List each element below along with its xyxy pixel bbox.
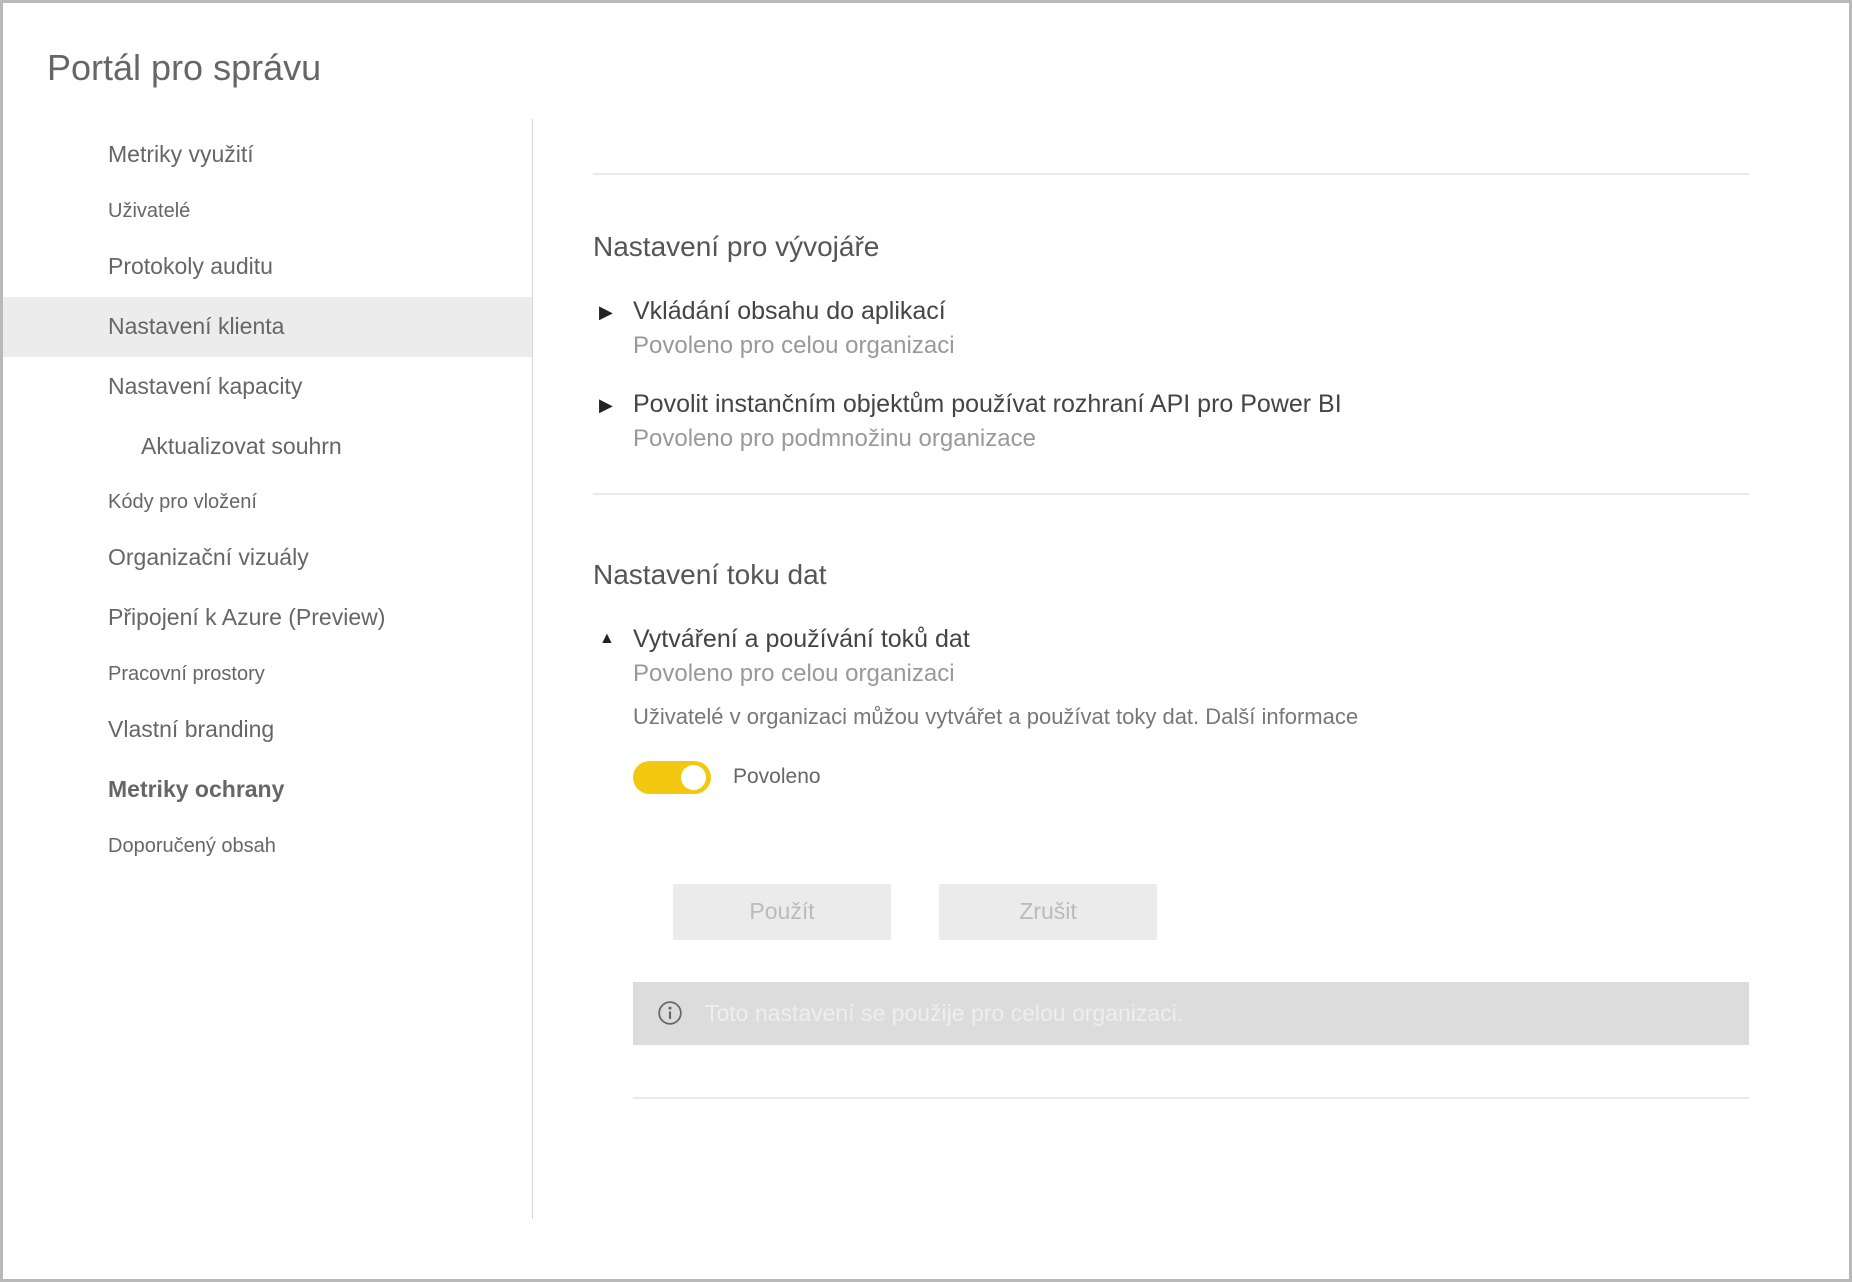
setting-status: Povoleno pro celou organizaci bbox=[633, 660, 1749, 688]
sidebar-item-capacity-settings[interactable]: Nastavení kapacity bbox=[3, 357, 532, 417]
setting-label: Povolit instančním objektům používat roz… bbox=[633, 390, 1749, 419]
toggle-label: Povoleno bbox=[733, 765, 821, 789]
sidebar-item-featured-content[interactable]: Doporučený obsah bbox=[3, 820, 532, 872]
chevron-right-icon: ▶ bbox=[599, 297, 633, 323]
setting-description: Uživatelé v organizaci můžou vytvářet a … bbox=[633, 702, 1749, 733]
sidebar-item-protection-metrics[interactable]: Metriky ochrany bbox=[3, 760, 532, 820]
info-icon bbox=[657, 1000, 683, 1026]
setting-status: Povoleno pro podmnožinu organizace bbox=[633, 425, 1749, 453]
setting-status: Povoleno pro celou organizaci bbox=[633, 332, 1749, 360]
sidebar-item-usage-metrics[interactable]: Metriky využití bbox=[3, 125, 532, 185]
chevron-down-icon: ▲ bbox=[599, 625, 633, 648]
setting-service-principals[interactable]: ▶ Povolit instančním objektům používat r… bbox=[593, 390, 1749, 453]
page-title: Portál pro správu bbox=[3, 3, 1849, 119]
info-text: Toto nastavení se použije pro celou orga… bbox=[705, 1000, 1183, 1027]
main-content: Nastavení pro vývojáře ▶ Vkládání obsahu… bbox=[533, 119, 1849, 1099]
sidebar-item-embed-codes[interactable]: Kódy pro vložení bbox=[3, 476, 532, 528]
section-title-developer: Nastavení pro vývojáře bbox=[593, 231, 1749, 263]
chevron-right-icon: ▶ bbox=[599, 390, 633, 416]
sidebar-item-azure-connections[interactable]: Připojení k Azure (Preview) bbox=[3, 588, 532, 648]
setting-embed-content[interactable]: ▶ Vkládání obsahu do aplikací Povoleno p… bbox=[593, 297, 1749, 360]
sidebar-item-custom-branding[interactable]: Vlastní branding bbox=[3, 700, 532, 760]
sidebar-item-workspaces[interactable]: Pracovní prostory bbox=[3, 648, 532, 700]
divider bbox=[633, 1097, 1749, 1099]
toggle-enabled[interactable] bbox=[633, 761, 711, 794]
sidebar-item-tenant-settings[interactable]: Nastavení klienta bbox=[3, 297, 532, 357]
section-title-dataflow: Nastavení toku dat bbox=[593, 559, 1749, 591]
sidebar-item-refresh-summary[interactable]: Aktualizovat souhrn bbox=[3, 417, 532, 477]
divider bbox=[593, 493, 1749, 495]
sidebar-item-audit-logs[interactable]: Protokoly auditu bbox=[3, 237, 532, 297]
divider bbox=[593, 173, 1749, 175]
setting-label: Vkládání obsahu do aplikací bbox=[633, 297, 1749, 326]
info-bar: Toto nastavení se použije pro celou orga… bbox=[633, 982, 1749, 1045]
setting-dataflow-creation[interactable]: ▲ Vytváření a používání toků dat Povolen… bbox=[593, 625, 1749, 1099]
cancel-button[interactable]: Zrušit bbox=[939, 884, 1157, 940]
setting-label: Vytváření a používání toků dat bbox=[633, 625, 1749, 654]
apply-button[interactable]: Použít bbox=[673, 884, 891, 940]
sidebar-item-users[interactable]: Uživatelé bbox=[3, 185, 532, 237]
sidebar: Metriky využití Uživatelé Protokoly audi… bbox=[3, 119, 533, 1219]
sidebar-item-org-visuals[interactable]: Organizační vizuály bbox=[3, 528, 532, 588]
toggle-knob bbox=[681, 765, 706, 790]
